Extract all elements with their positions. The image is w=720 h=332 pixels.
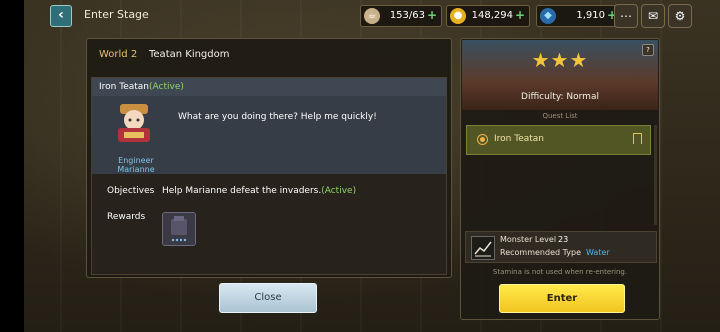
difficulty-stars: ★★★ — [462, 48, 658, 72]
gold-value: 148,294 — [471, 10, 513, 21]
coffee-cup-icon: ☕ — [364, 8, 380, 24]
quest-list-item[interactable]: Iron Teatan — [466, 125, 651, 155]
screen-edge — [0, 0, 24, 332]
reward-icon — [171, 216, 187, 242]
add-stamina-icon[interactable]: + — [427, 8, 437, 22]
star-icon: ★ — [550, 48, 570, 72]
chart-icon — [471, 236, 495, 260]
difficulty-label: Difficulty: Normal — [521, 92, 599, 102]
add-gold-icon[interactable]: + — [515, 8, 525, 22]
world-label: World 2 — [99, 49, 138, 60]
recommended-type-label: Recommended Type — [500, 248, 581, 257]
objective-description: Help Marianne defeat the invaders. — [162, 186, 322, 196]
quest-status: (Active) — [149, 82, 184, 92]
quest-list-title: Quest List — [542, 112, 578, 120]
reward-item[interactable] — [162, 212, 196, 246]
quest-name: Iron Teatan — [99, 82, 149, 92]
gem-icon: ◆ — [540, 8, 556, 24]
stamina-note: Stamina is not used when re-entering. — [492, 268, 628, 276]
rewards-label: Rewards — [107, 212, 146, 222]
stamina-value: 153/63 — [389, 10, 425, 21]
objective-text: Help Marianne defeat the invaders.(Activ… — [162, 186, 356, 196]
objective-status: (Active) — [321, 186, 357, 196]
monster-level-label: Monster Level — [500, 235, 557, 244]
quest-list-item-name: Iron Teatan — [494, 134, 544, 144]
bookmark-icon[interactable] — [633, 133, 642, 144]
quest-list-scrollbar[interactable] — [654, 125, 657, 225]
stage-info-panel: ? ★★★ Difficulty: Normal Quest List Iron… — [460, 38, 660, 320]
quest-detail: Iron Teatan(Active) Engineer Marianne Wh… — [91, 77, 447, 275]
enter-button[interactable]: Enter — [499, 284, 625, 313]
dialog-area: Engineer Marianne What are you doing the… — [92, 96, 446, 174]
quest-panel: World 2 Teatan Kingdom Iron Teatan(Activ… — [86, 38, 452, 278]
quest-header: Iron Teatan(Active) — [92, 78, 446, 96]
gem-value: 1,910 — [576, 10, 605, 21]
top-bar: ‹ Enter Stage ☕ 153/63 + ● 148,294 + ◆ 1… — [24, 0, 720, 30]
chat-icon: ⋯ — [620, 9, 632, 23]
dialog-text: What are you doing there? Help me quickl… — [178, 112, 377, 122]
npc-name: Engineer Marianne — [117, 156, 155, 174]
gear-icon: ⚙ — [674, 9, 686, 23]
star-icon: ★ — [531, 48, 551, 72]
chat-button[interactable]: ⋯ — [614, 4, 638, 28]
gold-counter[interactable]: ● 148,294 + — [446, 5, 530, 27]
close-button[interactable]: Close — [219, 283, 317, 313]
star-icon: ★ — [569, 48, 589, 72]
stamina-counter[interactable]: ☕ 153/63 + — [360, 5, 442, 27]
npc-portrait — [118, 104, 150, 142]
mail-icon: ✉ — [647, 9, 659, 23]
radio-selected-icon — [477, 134, 488, 145]
settings-button[interactable]: ⚙ — [668, 4, 692, 28]
back-button[interactable]: ‹ — [50, 5, 72, 27]
page-title: Enter Stage — [84, 8, 149, 21]
monster-level-value: 23 — [558, 235, 569, 244]
coin-icon: ● — [450, 8, 466, 24]
stage-preview: ? ★★★ Difficulty: Normal — [462, 40, 658, 110]
stage-info: Monster Level 23 Recommended Type Water — [465, 231, 657, 263]
mail-button[interactable]: ✉ — [641, 4, 665, 28]
recommended-type-value: Water — [586, 248, 610, 257]
objectives-label: Objectives — [107, 186, 155, 196]
kingdom-label: Teatan Kingdom — [149, 49, 230, 60]
gem-counter[interactable]: ◆ 1,910 + — [536, 5, 622, 27]
